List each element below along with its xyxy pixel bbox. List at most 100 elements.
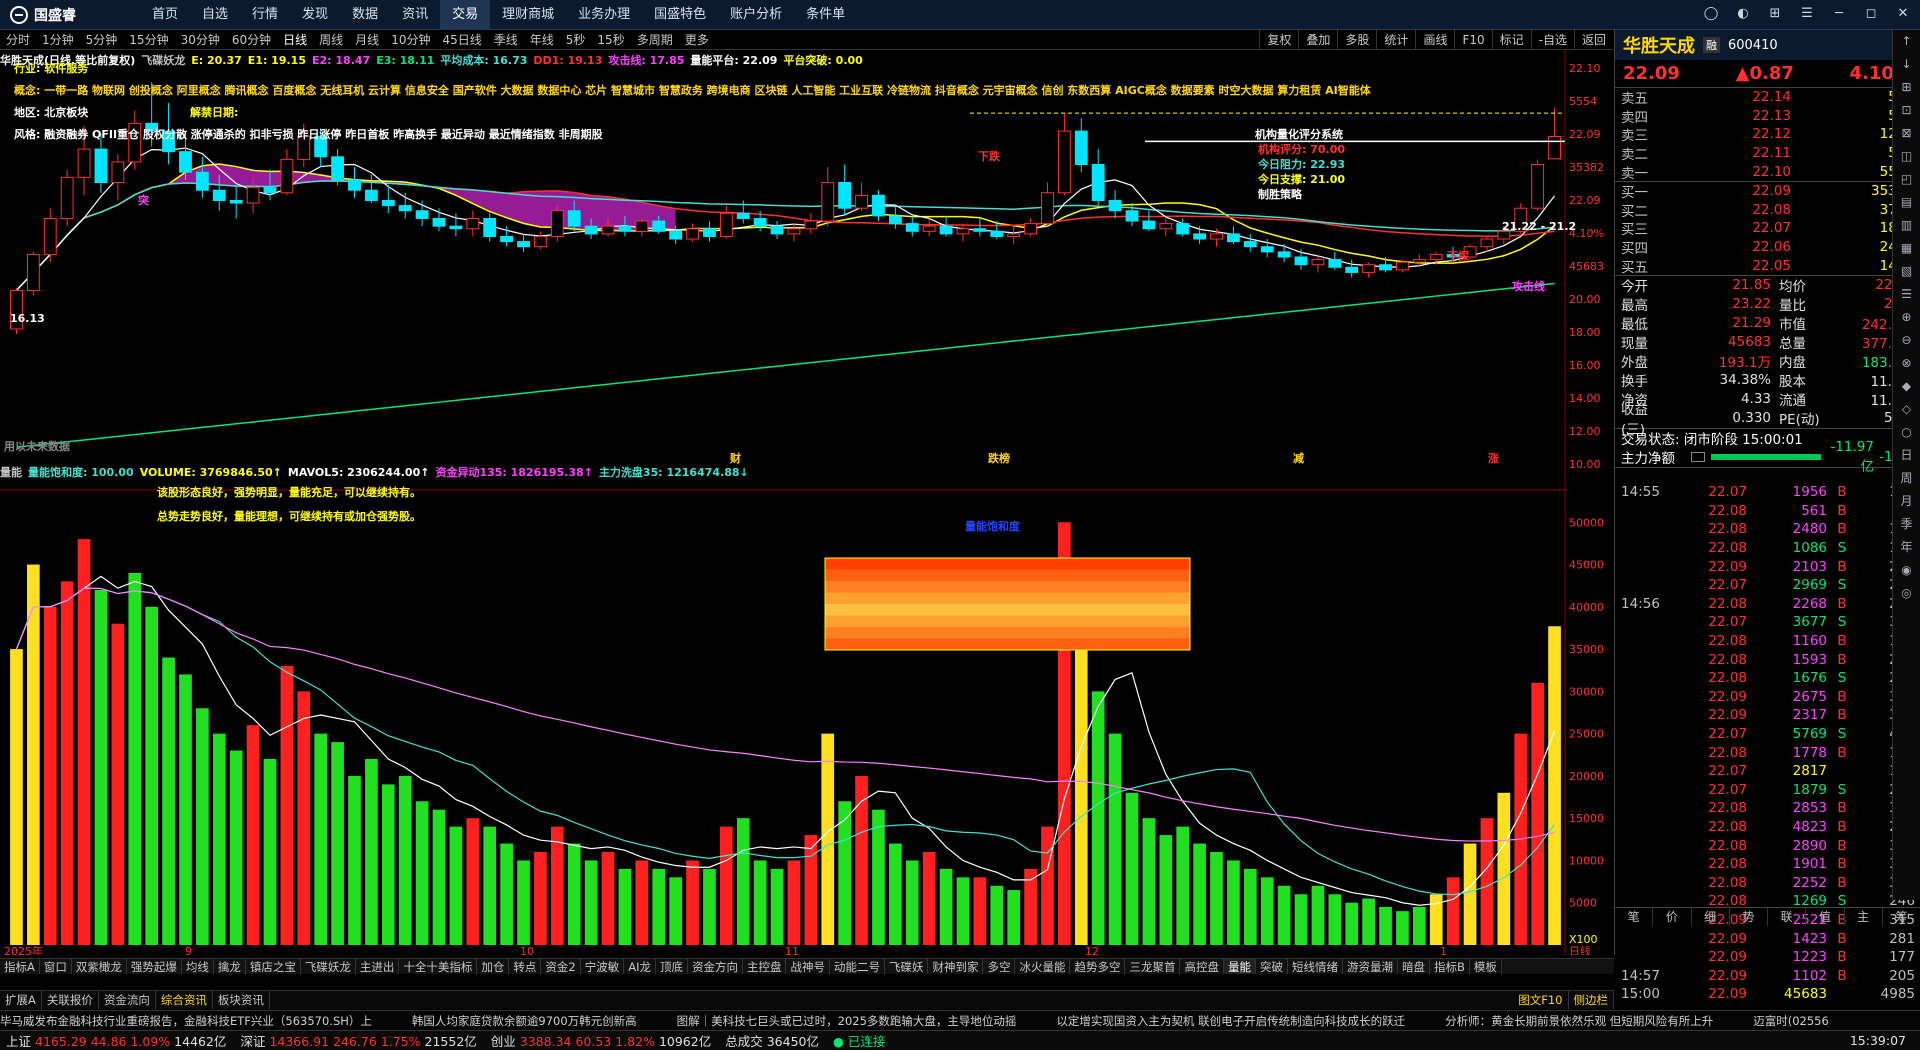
side-tool-button[interactable]: ○ <box>1893 421 1920 444</box>
chart-tool-button[interactable]: 叠加 <box>1298 30 1337 50</box>
sub-tab[interactable]: 板块资讯 <box>213 991 270 1009</box>
indicator-tab[interactable]: 指标A <box>0 959 40 974</box>
menu-item[interactable]: 交易 <box>440 0 491 30</box>
indicator-tab[interactable]: 多空 <box>983 959 1016 974</box>
indicator-tab[interactable]: 转点 <box>509 959 542 974</box>
period-tab[interactable]: 5秒 <box>560 31 592 48</box>
quote-tab[interactable]: 价 <box>1653 908 1692 926</box>
side-tool-button[interactable]: ▦ <box>1893 237 1920 260</box>
indicator-tab[interactable]: 资金2 <box>541 959 581 974</box>
period-tab[interactable]: 月线 <box>349 31 385 48</box>
book-row[interactable]: 买二22.083774 <box>1615 201 1920 220</box>
period-tab[interactable]: 15秒 <box>591 31 630 48</box>
side-tool-button[interactable]: ⊖ <box>1893 329 1920 352</box>
sub-tab[interactable]: 扩展A <box>0 991 42 1009</box>
menu-item[interactable]: 理财商城 <box>490 0 566 30</box>
side-tool-button[interactable]: 年 <box>1893 536 1920 559</box>
book-row[interactable]: 卖五22.14548 <box>1615 88 1920 107</box>
news-item[interactable]: 以定增实现国资入主为契机 联创电子开启传统制造向科技成长的跃迁 <box>1056 1013 1405 1029</box>
period-tab[interactable]: 分时 <box>0 31 36 48</box>
indicator-tab[interactable]: 宁波敏 <box>581 959 625 974</box>
side-tool-button[interactable]: ⊡ <box>1893 99 1920 122</box>
indicator-tab[interactable]: 飞碟妖 <box>885 959 929 974</box>
kline-svg[interactable]: 22.10555422.093538222.094.10%4568320.001… <box>0 50 1613 955</box>
cy-block[interactable]: 创业 3388.34 60.53 1.82% 10962亿 <box>491 1031 711 1050</box>
indicator-tab[interactable]: 财神到家 <box>928 959 984 974</box>
indicator-tab[interactable]: 加仓 <box>477 959 510 974</box>
book-row[interactable]: 卖三22.121261 <box>1615 125 1920 144</box>
period-tab[interactable]: 日线 <box>277 31 313 48</box>
menu-item[interactable]: 资讯 <box>390 0 440 30</box>
indicator-tab[interactable]: 量能 <box>1223 959 1256 974</box>
sub-tab[interactable]: 综合资讯 <box>156 991 213 1009</box>
indicator-tab[interactable]: 资金方向 <box>688 959 743 974</box>
period-tab[interactable]: 5分钟 <box>80 31 124 48</box>
indicator-tab[interactable]: 均线 <box>182 959 214 974</box>
minimize-icon[interactable]: ─ <box>1828 4 1850 24</box>
side-tool-button[interactable]: ⊗ <box>1893 352 1920 375</box>
indicator-tab[interactable]: 冰火量能 <box>1015 959 1071 974</box>
menu-item[interactable]: 条件单 <box>794 0 857 30</box>
indicator-tab[interactable]: 趋势多空 <box>1070 959 1126 974</box>
sz-block[interactable]: 深证 14366.91 246.76 1.75% 21552亿 <box>240 1031 476 1050</box>
book-row[interactable]: 卖四22.13540 <box>1615 107 1920 126</box>
menu-item[interactable]: 数据 <box>340 0 390 30</box>
indicator-tab[interactable]: 强势起爆 <box>127 959 182 974</box>
book-row[interactable]: 买三22.071822 <box>1615 219 1920 238</box>
side-tool-button[interactable]: ◉ <box>1893 559 1920 582</box>
indicator-tab[interactable]: 高控盘 <box>1180 959 1224 974</box>
book-row[interactable]: 卖二22.11564 <box>1615 144 1920 163</box>
period-tab[interactable]: 周线 <box>313 31 349 48</box>
message-icon[interactable]: ◯ <box>1700 4 1722 24</box>
quote-tab[interactable]: 筹 <box>1883 908 1920 926</box>
side-tool-button[interactable]: ↑ <box>1893 30 1920 53</box>
quote-tab[interactable]: 笔 <box>1615 908 1654 926</box>
period-tab[interactable]: 更多 <box>679 31 715 48</box>
indicator-tab[interactable]: 指标B <box>1430 959 1470 974</box>
indicator-tab[interactable]: 短线情绪 <box>1288 959 1343 974</box>
news-tab[interactable]: 图文F10 <box>1513 991 1569 1009</box>
book-row[interactable]: 买一22.0935382 <box>1615 182 1920 201</box>
indicator-tab[interactable]: 顶底 <box>656 959 688 974</box>
side-tool-button[interactable]: ↓ <box>1893 53 1920 76</box>
menu-item[interactable]: 发现 <box>290 0 340 30</box>
menu-item[interactable]: 业务办理 <box>566 0 642 30</box>
period-tab[interactable]: 60分钟 <box>226 31 277 48</box>
quote-tab[interactable]: 势 <box>1730 908 1768 926</box>
side-tool-button[interactable]: ▥ <box>1893 214 1920 237</box>
indicator-tab[interactable]: 十全十美指标 <box>399 959 478 974</box>
side-tool-button[interactable]: ⊕ <box>1893 306 1920 329</box>
indicator-tab[interactable]: 动能二号 <box>830 959 885 974</box>
news-item[interactable]: 分析师：黄金长期前景依然乐观 但短期风险有所上升 <box>1445 1013 1713 1029</box>
news-item[interactable]: 毕马威发布金融科技行业重磅报告，金融科技ETF兴业（563570.SH）上 <box>0 1013 372 1029</box>
menu-item[interactable]: 国盛特色 <box>642 0 718 30</box>
side-tool-button[interactable]: ▤ <box>1893 191 1920 214</box>
sub-tab[interactable]: 资金流向 <box>99 991 156 1009</box>
period-tab[interactable]: 45日线 <box>436 31 487 48</box>
indicator-tab[interactable]: 战神号 <box>786 959 830 974</box>
period-tab[interactable]: 季线 <box>488 31 524 48</box>
maximize-icon[interactable]: ◻ <box>1860 4 1882 24</box>
side-tool-button[interactable]: ⊞ <box>1893 76 1920 99</box>
quote-tab[interactable]: 值 <box>1806 908 1845 926</box>
indicator-tab[interactable]: 主进出 <box>356 959 400 974</box>
chart-tool-button[interactable]: F10 <box>1454 30 1491 50</box>
period-tab[interactable]: 30分钟 <box>175 31 226 48</box>
indicator-tab[interactable]: 镇店之宝 <box>246 959 301 974</box>
menu-item[interactable]: 自选 <box>190 0 240 30</box>
indicator-tab[interactable]: AI龙 <box>624 959 656 974</box>
side-tool-button[interactable]: ◰ <box>1893 168 1920 191</box>
skin-icon[interactable]: ◐ <box>1732 4 1754 24</box>
menu-item[interactable]: 账户分析 <box>718 0 794 30</box>
period-tab[interactable]: 10分钟 <box>385 31 436 48</box>
close-icon[interactable]: ✕ <box>1892 4 1914 24</box>
menu-item[interactable]: 行情 <box>240 0 290 30</box>
chart-tool-button[interactable]: -自选 <box>1530 30 1574 50</box>
quote-tab[interactable]: 主 <box>1845 908 1883 926</box>
period-tab[interactable]: 年线 <box>524 31 560 48</box>
side-tool-button[interactable]: 季 <box>1893 513 1920 536</box>
side-tool-button[interactable]: ◇ <box>1893 398 1920 421</box>
news-item[interactable]: 迈富时(02556 <box>1753 1013 1829 1029</box>
grid-icon[interactable]: ⊞ <box>1764 4 1786 24</box>
indicator-tab[interactable]: 双紫橄龙 <box>72 959 127 974</box>
